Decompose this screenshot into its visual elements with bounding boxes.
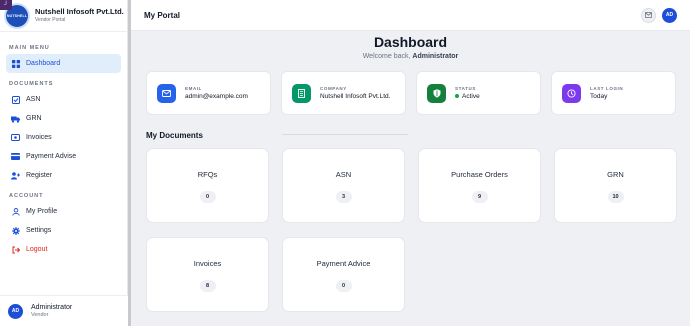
doc-card-title: Payment Advice bbox=[316, 259, 371, 268]
sidebar-item-dashboard[interactable]: Dashboard bbox=[6, 54, 121, 73]
doc-card-purchase-orders[interactable]: Purchase Orders 9 bbox=[418, 148, 541, 223]
doc-card-payment-advice[interactable]: Payment Advice 0 bbox=[282, 237, 405, 312]
status-dot bbox=[455, 94, 459, 99]
user-role: Vendor bbox=[31, 311, 49, 318]
check-square-icon bbox=[11, 95, 20, 104]
sidebar-item-label: Payment Advise bbox=[26, 153, 77, 160]
sidebar-item-label: Logout bbox=[26, 246, 48, 253]
dashboard-heading: Dashboard Welcome back, Administrator bbox=[131, 32, 690, 60]
status-card: STATUS Active bbox=[416, 71, 541, 115]
doc-count-badge: 8 bbox=[199, 280, 216, 292]
user-name: Administrator bbox=[31, 303, 73, 311]
doc-card-rfqs[interactable]: RFQs 0 bbox=[146, 148, 269, 223]
brand-name: Nutshell Infosoft Pvt.Ltd. bbox=[35, 6, 124, 16]
sidebar-item-my-profile[interactable]: My Profile bbox=[6, 202, 121, 221]
doc-card-title: Invoices bbox=[193, 259, 222, 268]
sidebar-item-register[interactable]: Register bbox=[6, 166, 121, 185]
shield-icon bbox=[427, 83, 446, 103]
brand-role: Vendor Portal bbox=[35, 16, 66, 23]
top-bar: My Portal AD bbox=[131, 0, 690, 31]
truck-icon bbox=[11, 114, 20, 123]
welcome-prefix: Welcome back, bbox=[362, 53, 411, 60]
user-profile-box[interactable]: AD Administrator Vendor bbox=[0, 295, 128, 326]
sidebar-item-payment-advise[interactable]: Payment Advise bbox=[6, 147, 121, 166]
last-login-label: LAST LOGIN bbox=[590, 86, 624, 91]
sidebar-item-label: GRN bbox=[26, 115, 42, 122]
page-title: Dashboard bbox=[373, 34, 448, 50]
sidebar-item-label: Settings bbox=[26, 227, 52, 234]
logout-icon bbox=[11, 245, 20, 254]
credit-card-icon bbox=[11, 152, 20, 161]
sidebar-item-label: Register bbox=[26, 172, 53, 179]
doc-card-title: ASN bbox=[335, 170, 352, 179]
doc-count-badge: 0 bbox=[335, 280, 352, 292]
sidebar-item-logout[interactable]: Logout bbox=[6, 240, 121, 259]
sidebar-item-label: ASN bbox=[26, 96, 41, 103]
company-label: COMPANY bbox=[320, 86, 347, 91]
company-card: COMPANY Nutshell Infosoft Pvt.Ltd. bbox=[281, 71, 406, 115]
welcome-text: Welcome back, Administrator bbox=[131, 53, 690, 60]
sidebar-item-grn[interactable]: GRN bbox=[6, 109, 121, 128]
doc-count-badge: 0 bbox=[199, 191, 216, 203]
user-icon bbox=[11, 207, 20, 216]
sidebar-item-asn[interactable]: ASN bbox=[6, 90, 121, 109]
doc-card-title: RFQs bbox=[197, 170, 218, 179]
divider bbox=[282, 134, 408, 135]
doc-count-badge: 9 bbox=[471, 191, 488, 203]
mail-icon bbox=[157, 83, 176, 103]
sidebar-item-invoices[interactable]: Invoices bbox=[6, 128, 121, 147]
company-value: Nutshell Infosoft Pvt.Ltd. bbox=[320, 93, 391, 100]
doc-count-badge: 10 bbox=[607, 191, 624, 203]
user-plus-icon bbox=[11, 171, 20, 180]
doc-card-asn[interactable]: ASN 3 bbox=[282, 148, 405, 223]
sidebar-item-label: Invoices bbox=[26, 134, 52, 141]
status-value: Active bbox=[455, 93, 480, 100]
brand-header[interactable]: NUTSHELL Nutshell Infosoft Pvt.Ltd. Vend… bbox=[0, 0, 127, 32]
sidebar: NUTSHELL Nutshell Infosoft Pvt.Ltd. Vend… bbox=[0, 0, 128, 326]
doc-card-grn[interactable]: GRN 10 bbox=[554, 148, 677, 223]
doc-card-invoices[interactable]: Invoices 8 bbox=[146, 237, 269, 312]
clock-icon bbox=[562, 83, 581, 103]
last-login-value: Today bbox=[590, 93, 608, 100]
doc-card-title: GRN bbox=[607, 170, 624, 179]
mail-icon bbox=[645, 12, 652, 18]
status-label: STATUS bbox=[455, 86, 476, 91]
bill-icon bbox=[11, 133, 20, 142]
last-login-card: LAST LOGIN Today bbox=[551, 71, 676, 115]
welcome-user: Administrator bbox=[412, 53, 459, 60]
sidebar-item-label: My Profile bbox=[26, 208, 58, 215]
building-icon bbox=[292, 83, 311, 103]
email-value: admin@example.com bbox=[185, 93, 248, 100]
topbar-title: My Portal bbox=[144, 10, 181, 20]
doc-count-badge: 3 bbox=[335, 191, 352, 203]
mail-button[interactable] bbox=[641, 7, 656, 23]
sidebar-item-settings[interactable]: Settings bbox=[6, 221, 121, 240]
sidebar-item-label: Dashboard bbox=[26, 60, 61, 67]
status-text: Active bbox=[462, 93, 480, 100]
email-card: EMAIL admin@example.com bbox=[146, 71, 271, 115]
user-avatar-button[interactable]: AD bbox=[662, 7, 677, 23]
corner-mark-icon: ┘ bbox=[0, 0, 12, 10]
gear-icon bbox=[11, 226, 20, 235]
email-label: EMAIL bbox=[185, 86, 202, 91]
section-title-my-documents: My Documents bbox=[146, 131, 203, 140]
avatar: AD bbox=[8, 303, 23, 319]
doc-card-title: Purchase Orders bbox=[451, 170, 508, 179]
logo-text: NUTSHELL bbox=[6, 13, 28, 18]
grid-icon bbox=[11, 59, 20, 68]
